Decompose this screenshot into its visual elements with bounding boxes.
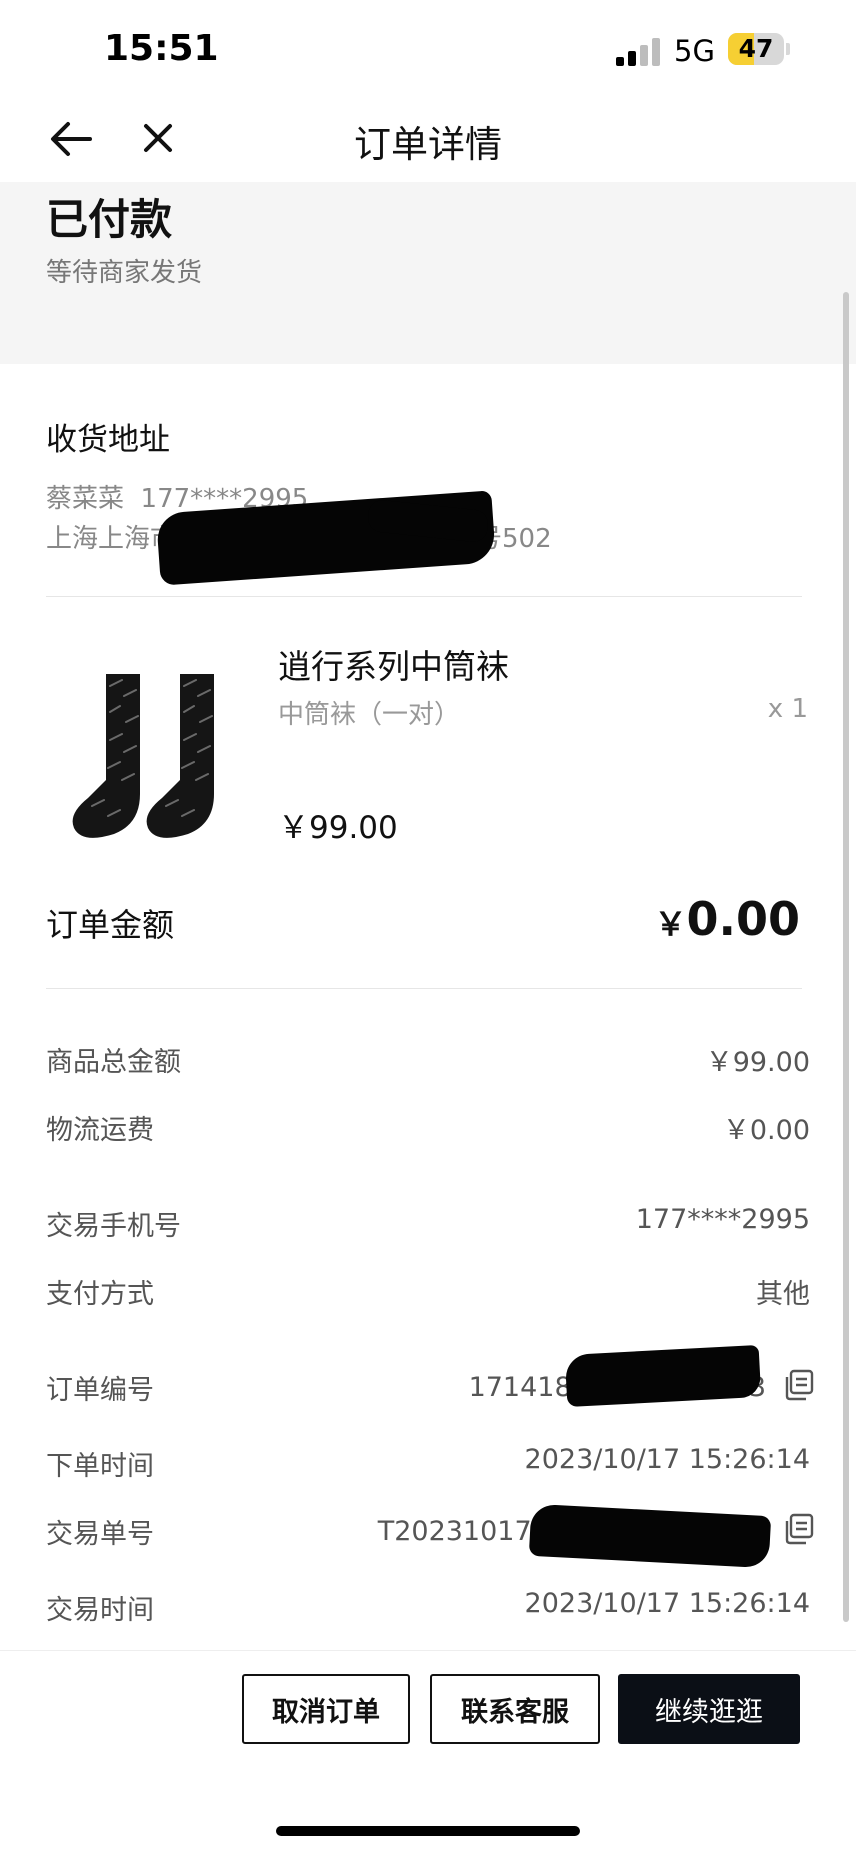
redaction-mark <box>528 1503 772 1569</box>
divider <box>46 988 802 989</box>
product-price: ￥99.00 <box>278 810 398 846</box>
order-amount-value: ￥0.00 <box>654 892 800 946</box>
arrow-left-icon <box>51 122 92 156</box>
detail-label-order-time: 下单时间 <box>46 1451 154 1482</box>
bottom-bar-divider <box>0 1650 856 1651</box>
detail-value-transaction-time: 2023/10/17 15:26:14 <box>524 1588 810 1619</box>
continue-shopping-button[interactable]: 继续逛逛 <box>618 1674 800 1744</box>
order-status-title: 已付款 <box>46 195 173 244</box>
detail-label-transaction-time: 交易时间 <box>46 1595 154 1626</box>
close-button[interactable] <box>138 118 178 158</box>
copy-icon <box>785 1369 814 1401</box>
detail-value-phone: 177****2995 <box>635 1204 810 1235</box>
home-indicator[interactable] <box>276 1826 580 1836</box>
detail-label-order-number: 订单编号 <box>46 1375 154 1406</box>
order-number-head: 171418 <box>468 1372 572 1403</box>
copy-transaction-number-button[interactable] <box>782 1512 816 1550</box>
cancel-order-button[interactable]: 取消订单 <box>242 1674 410 1744</box>
contact-support-button[interactable]: 联系客服 <box>430 1674 600 1744</box>
battery-icon: 47 <box>728 33 784 65</box>
signal-icon <box>616 38 662 66</box>
order-status-subtitle: 等待商家发货 <box>46 258 203 288</box>
battery-percent: 47 <box>738 34 774 63</box>
product-name[interactable]: 逍行系列中筒袜 <box>278 640 509 688</box>
battery-tip <box>786 43 790 55</box>
divider <box>46 596 802 597</box>
redaction-mark <box>564 1344 762 1408</box>
recipient-name: 蔡菜菜 <box>46 484 125 514</box>
detail-label-transaction-number: 交易单号 <box>46 1519 154 1550</box>
address-line: 上海上海市 <box>46 524 177 554</box>
page-title: 订单详情 <box>354 123 502 166</box>
transaction-number-head: T20231017 <box>377 1516 532 1547</box>
currency-symbol: ￥ <box>654 905 687 943</box>
status-time: 15:51 <box>104 28 219 69</box>
detail-value-order-time: 2023/10/17 15:26:14 <box>524 1444 810 1475</box>
network-type: 5G <box>674 34 715 68</box>
detail-label-phone: 交易手机号 <box>46 1211 181 1242</box>
detail-label-shipping: 物流运费 <box>46 1115 154 1146</box>
detail-value-subtotal: ￥99.00 <box>705 1047 810 1078</box>
product-quantity: x 1 <box>767 694 808 724</box>
copy-icon <box>785 1513 814 1545</box>
socks-image <box>72 674 214 838</box>
product-image[interactable] <box>62 656 232 852</box>
detail-label-subtotal: 商品总金额 <box>46 1047 181 1078</box>
order-amount-label: 订单金额 <box>46 906 175 944</box>
detail-value-shipping: ￥0.00 <box>722 1115 810 1146</box>
detail-label-payment: 支付方式 <box>46 1279 154 1310</box>
amount-number: 0.00 <box>686 892 801 946</box>
scrollbar[interactable] <box>843 292 849 1622</box>
close-icon <box>144 124 172 152</box>
copy-order-number-button[interactable] <box>782 1368 816 1406</box>
product-spec: 中筒袜（一对） <box>278 700 461 730</box>
address-title: 收货地址 <box>46 422 170 458</box>
back-button[interactable] <box>46 114 96 164</box>
detail-value-payment: 其他 <box>756 1279 810 1310</box>
